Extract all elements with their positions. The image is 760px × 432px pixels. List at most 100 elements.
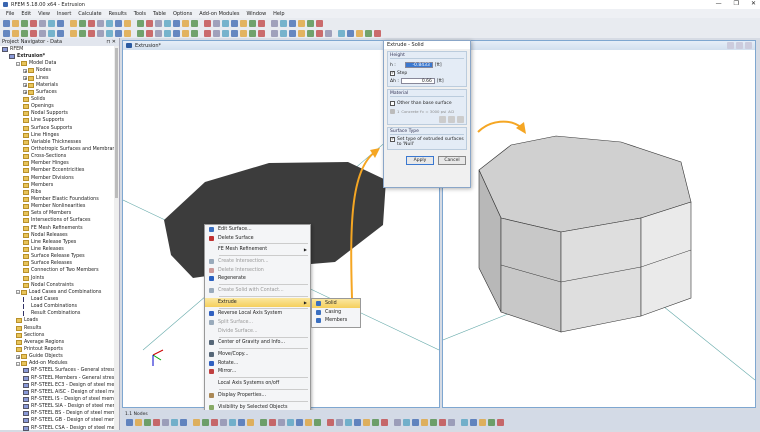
toolbar-button-icon[interactable] bbox=[336, 419, 343, 426]
toolbar-button-icon[interactable] bbox=[191, 19, 198, 27]
context-item-fe-mesh-refinement[interactable]: FE Mesh Refinement ▶ bbox=[205, 245, 310, 254]
toolbar-button-icon[interactable] bbox=[258, 19, 265, 27]
tree-item-load-cases-and-combinations[interactable]: - Load Cases and Combinations bbox=[0, 289, 119, 296]
toolbar-button-icon[interactable] bbox=[97, 19, 104, 27]
context-item-rotate[interactable]: Rotate... bbox=[205, 359, 310, 368]
tree-item-rf-steel-aisc-design-of-steel-members[interactable]: RF-STEEL AISC - Design of steel members bbox=[0, 389, 119, 396]
tree-item-results[interactable]: Results bbox=[0, 324, 119, 331]
tree-item-model-data[interactable]: - Model Data bbox=[0, 60, 119, 67]
tree-item-member-divisions[interactable]: Member Divisions bbox=[0, 175, 119, 182]
tree-item-add-on-modules[interactable]: - Add-on Modules bbox=[0, 360, 119, 367]
toolbar-button-icon[interactable] bbox=[314, 419, 321, 426]
tree-item-rf-steel-bs-design-of-steel-members[interactable]: RF-STEEL BS - Design of steel members bbox=[0, 410, 119, 417]
toolbar-button-icon[interactable] bbox=[182, 19, 189, 27]
toolbar-button-icon[interactable] bbox=[229, 419, 236, 426]
tree-item-member-hinges[interactable]: Member Hinges bbox=[0, 160, 119, 167]
tree-item-rf-steel-members-general-stress-analysis[interactable]: RF-STEEL Members - General stress analys… bbox=[0, 374, 119, 381]
context-item-reverse-local-axis-system[interactable]: Reverse Local Axis System bbox=[205, 310, 310, 319]
toolbar-button-icon[interactable] bbox=[21, 29, 28, 37]
tree-item-extrusion-[interactable]: Extrusion* bbox=[0, 53, 119, 60]
tree-item-solids[interactable]: Solids bbox=[0, 96, 119, 103]
toolbar-button-icon[interactable] bbox=[70, 29, 77, 37]
toolbar-button-icon[interactable] bbox=[164, 29, 171, 37]
context-item-center-of-gravity-and-info[interactable]: Center of Gravity and Info... bbox=[205, 339, 310, 348]
menu-help[interactable]: Help bbox=[273, 11, 284, 17]
toolbar-button-icon[interactable] bbox=[126, 419, 133, 426]
tree-item-line-hinges[interactable]: Line Hinges bbox=[0, 132, 119, 139]
toolbar-button-icon[interactable] bbox=[421, 419, 428, 426]
toolbar-button-icon[interactable] bbox=[470, 419, 477, 426]
expand-toggle[interactable]: + bbox=[23, 83, 27, 88]
toolbar-button-icon[interactable] bbox=[30, 19, 37, 27]
toolbar-button-icon[interactable] bbox=[124, 19, 131, 27]
toolbar-button-icon[interactable] bbox=[173, 29, 180, 37]
toolbar-button-icon[interactable] bbox=[3, 19, 10, 27]
step-input[interactable]: 0.66 bbox=[400, 78, 435, 84]
minimize-button[interactable]: — bbox=[716, 0, 722, 7]
tree-item-guide-objects[interactable]: + Guide Objects bbox=[0, 353, 119, 360]
tree-item-load-combinations[interactable]: Load Combinations bbox=[0, 303, 119, 310]
tree-item-sets-of-members[interactable]: Sets of Members bbox=[0, 210, 119, 217]
toolbar-button-icon[interactable] bbox=[394, 419, 401, 426]
tree-item-load-cases[interactable]: Load Cases bbox=[0, 296, 119, 303]
menu-window[interactable]: Window bbox=[246, 11, 266, 17]
context-item-local-axis-systems-on-off[interactable]: Local Axis Systems on/off bbox=[205, 379, 310, 388]
tree-item-lines[interactable]: + Lines bbox=[0, 75, 119, 82]
toolbar-button-icon[interactable] bbox=[180, 419, 187, 426]
toolbar-button-icon[interactable] bbox=[193, 419, 200, 426]
toolbar-button-icon[interactable] bbox=[213, 19, 220, 27]
close-button[interactable]: ✕ bbox=[751, 0, 756, 7]
toolbar-button-icon[interactable] bbox=[363, 419, 370, 426]
context-item-mirror[interactable]: Mirror... bbox=[205, 368, 310, 377]
toolbar-button-icon[interactable] bbox=[289, 19, 296, 27]
toolbar-button-icon[interactable] bbox=[307, 19, 314, 27]
context-item-display-properties[interactable]: Display Properties... bbox=[205, 391, 310, 400]
cancel-button[interactable]: Cancel bbox=[438, 156, 466, 165]
tree-item-member-elastic-foundations[interactable]: Member Elastic Foundations bbox=[0, 196, 119, 203]
toolbar-button-icon[interactable] bbox=[347, 29, 354, 37]
tree-item-average-regions[interactable]: Average Regions bbox=[0, 339, 119, 346]
toolbar-button-icon[interactable] bbox=[162, 419, 169, 426]
material-select[interactable]: Concrete f'c = 3000 psi bbox=[401, 109, 446, 114]
toolbar-button-icon[interactable] bbox=[137, 19, 144, 27]
toolbar-button-icon[interactable] bbox=[280, 19, 287, 27]
toolbar-button-icon[interactable] bbox=[220, 419, 227, 426]
tree-item-surface-supports[interactable]: Surface Supports bbox=[0, 125, 119, 132]
window-restore-icon[interactable] bbox=[736, 42, 743, 49]
toolbar-button-icon[interactable] bbox=[430, 419, 437, 426]
toolbar-button-icon[interactable] bbox=[260, 419, 267, 426]
toolbar-button-icon[interactable] bbox=[372, 419, 379, 426]
toolbar-button-icon[interactable] bbox=[153, 419, 160, 426]
toolbar-button-icon[interactable] bbox=[21, 19, 28, 27]
toolbar-button-icon[interactable] bbox=[354, 419, 361, 426]
menu-add-on-modules[interactable]: Add-on Modules bbox=[199, 11, 239, 17]
toolbar-button-icon[interactable] bbox=[213, 29, 220, 37]
window-max-icon[interactable] bbox=[745, 42, 752, 49]
toolbar-button-icon[interactable] bbox=[238, 419, 245, 426]
toolbar-button-icon[interactable] bbox=[356, 29, 363, 37]
toolbar-button-icon[interactable] bbox=[269, 419, 276, 426]
tree-item-line-releases[interactable]: Line Releases bbox=[0, 246, 119, 253]
tree-item-nodal-constraints[interactable]: Nodal Constraints bbox=[0, 282, 119, 289]
toolbar-button-icon[interactable] bbox=[39, 19, 46, 27]
tree-item-openings[interactable]: Openings bbox=[0, 103, 119, 110]
toolbar-button-icon[interactable] bbox=[155, 29, 162, 37]
tree-item-rf-steel-gb-design-of-steel-members[interactable]: RF-STEEL GB - Design of steel members bbox=[0, 417, 119, 424]
menu-table[interactable]: Table bbox=[153, 11, 166, 17]
toolbar-button-icon[interactable] bbox=[316, 19, 323, 27]
toolbar-button-icon[interactable] bbox=[115, 19, 122, 27]
submenu-item-casing[interactable]: Casing bbox=[312, 308, 360, 317]
menu-calculate[interactable]: Calculate bbox=[78, 11, 101, 17]
tree-item-result-combinations[interactable]: Result Combinations bbox=[0, 310, 119, 317]
toolbar-button-icon[interactable] bbox=[115, 29, 122, 37]
toolbar-button-icon[interactable] bbox=[316, 29, 323, 37]
toolbar-button-icon[interactable] bbox=[222, 29, 229, 37]
toolbar-button-icon[interactable] bbox=[258, 29, 265, 37]
toolbar-button-icon[interactable] bbox=[3, 29, 10, 37]
toolbar-button-icon[interactable] bbox=[307, 29, 314, 37]
toolbar-button-icon[interactable] bbox=[325, 29, 332, 37]
expand-toggle[interactable]: + bbox=[16, 354, 20, 359]
expand-toggle[interactable]: - bbox=[16, 361, 20, 366]
tree-item-fe-mesh-refinements[interactable]: FE Mesh Refinements bbox=[0, 225, 119, 232]
tree-item-variable-thicknesses[interactable]: Variable Thicknesses bbox=[0, 139, 119, 146]
